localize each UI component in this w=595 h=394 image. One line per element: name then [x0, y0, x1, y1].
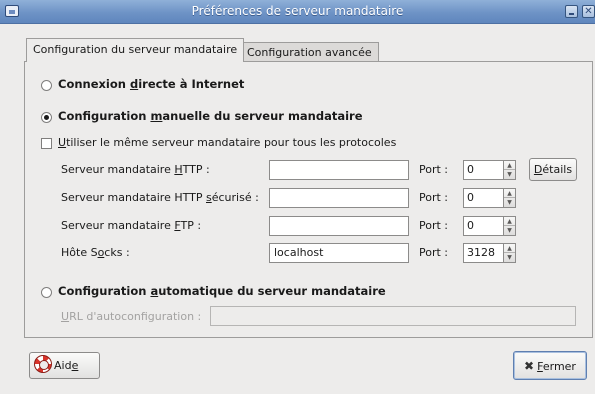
close-button[interactable]: ✖ Fermer: [513, 351, 587, 380]
socks-port-spin-buttons: ▲ ▼: [504, 243, 516, 263]
https-proxy-host-input[interactable]: [269, 188, 409, 208]
automatic-configuration-radio[interactable]: [41, 287, 52, 298]
help-button[interactable]: Aide: [29, 352, 100, 379]
spin-up-icon[interactable]: ▲: [504, 161, 515, 170]
ftp-port-spinner[interactable]: 0 ▲ ▼: [463, 216, 516, 236]
spin-up-icon[interactable]: ▲: [504, 244, 515, 253]
http-port-value[interactable]: 0: [463, 160, 504, 180]
spin-up-icon[interactable]: ▲: [504, 217, 515, 226]
spin-down-icon[interactable]: ▼: [504, 170, 515, 179]
http-port-spin-buttons: ▲ ▼: [504, 160, 516, 180]
proxy-preferences-window: Préférences de serveur mandataire ✕ Conf…: [0, 0, 595, 394]
spin-down-icon[interactable]: ▼: [504, 226, 515, 235]
socks-host-label: Hôte Socks :: [61, 246, 130, 259]
close-icon: ✖: [524, 359, 535, 373]
http-proxy-label: Serveur mandataire HTTP :: [61, 163, 210, 176]
window-close-button[interactable]: ✕: [582, 5, 595, 18]
https-port-label: Port :: [419, 191, 449, 204]
https-port-value[interactable]: 0: [463, 188, 504, 208]
http-port-label: Port :: [419, 163, 449, 176]
socks-port-value[interactable]: 3128: [463, 243, 504, 263]
https-proxy-label: Serveur mandataire HTTP sécurisé :: [61, 191, 259, 204]
ftp-port-label: Port :: [419, 219, 449, 232]
direct-connection-label[interactable]: Connexion directe à Internet: [58, 77, 244, 91]
ftp-proxy-host-input[interactable]: [269, 216, 409, 236]
minimize-button[interactable]: [565, 5, 578, 18]
spin-down-icon[interactable]: ▼: [504, 198, 515, 207]
ftp-proxy-label: Serveur mandataire FTP :: [61, 219, 202, 232]
same-proxy-label[interactable]: Utiliser le même serveur mandataire pour…: [58, 136, 396, 149]
ftp-port-spin-buttons: ▲ ▼: [504, 216, 516, 236]
socks-port-label: Port :: [419, 246, 449, 259]
direct-connection-radio[interactable]: [41, 80, 52, 91]
automatic-configuration-label[interactable]: Configuration automatique du serveur man…: [58, 284, 386, 298]
manual-configuration-label[interactable]: Configuration manuelle du serveur mandat…: [58, 109, 363, 123]
tab-proxy-configuration[interactable]: Configuration du serveur mandataire: [26, 38, 245, 62]
https-port-spinner[interactable]: 0 ▲ ▼: [463, 188, 516, 208]
socks-host-input[interactable]: localhost: [269, 243, 409, 263]
manual-configuration-radio[interactable]: [41, 112, 52, 123]
socks-port-spinner[interactable]: 3128 ▲ ▼: [463, 243, 516, 263]
window-title: Préférences de serveur mandataire: [191, 4, 404, 18]
lifebuoy-icon: [34, 354, 52, 373]
http-proxy-host-input[interactable]: [269, 160, 409, 180]
spin-up-icon[interactable]: ▲: [504, 189, 515, 198]
ftp-port-value[interactable]: 0: [463, 216, 504, 236]
autoconfig-url-label: URL d'autoconfiguration :: [61, 310, 202, 323]
https-port-spin-buttons: ▲ ▼: [504, 188, 516, 208]
details-button[interactable]: Détails: [529, 158, 577, 181]
tab-advanced-configuration[interactable]: Configuration avancée: [240, 42, 379, 62]
http-port-spinner[interactable]: 0 ▲ ▼: [463, 160, 516, 180]
autoconfig-url-input[interactable]: [210, 306, 576, 326]
spin-down-icon[interactable]: ▼: [504, 253, 515, 262]
title-bar[interactable]: Préférences de serveur mandataire ✕: [0, 0, 595, 24]
same-proxy-checkbox[interactable]: [41, 138, 52, 149]
